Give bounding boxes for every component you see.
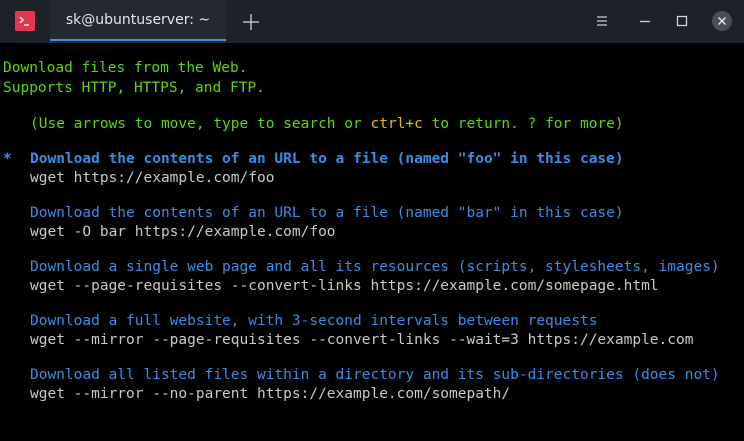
maximize-icon[interactable] [673, 12, 691, 30]
help-key: ctrl+c [370, 116, 423, 132]
hamburger-icon[interactable] [593, 12, 611, 30]
minimize-icon[interactable] [636, 12, 654, 30]
example-description[interactable]: Download a single web page and all its r… [30, 258, 720, 276]
terminal-window: sk@ubuntuserver: ~ Download files from t… [0, 0, 744, 441]
plus-icon[interactable] [240, 11, 262, 33]
active-tab-indicator [50, 39, 226, 41]
selection-marker: * [3, 151, 12, 167]
example-command[interactable]: wget --mirror --no-parent https://exampl… [30, 385, 510, 403]
example-description[interactable]: Download the contents of an URL to a fil… [30, 204, 624, 222]
close-icon[interactable] [711, 10, 733, 32]
help-suffix: to return. ? for more) [422, 116, 624, 132]
example-command[interactable]: wget -O bar https://example.com/foo [30, 223, 336, 241]
example-command[interactable]: wget https://example.com/foo [30, 169, 274, 187]
terminal-icon [15, 11, 35, 31]
intro-line-2: Supports HTTP, HTTPS, and FTP. [3, 80, 265, 96]
tab-terminal[interactable]: sk@ubuntuserver: ~ [50, 0, 226, 43]
tab-title: sk@ubuntuserver: ~ [65, 12, 211, 28]
example-description[interactable]: Download all listed files within a direc… [30, 366, 720, 384]
example-description[interactable]: Download a full website, with 3-second i… [30, 312, 597, 330]
terminal-output[interactable]: Download files from the Web. Supports HT… [3, 59, 744, 441]
help-prefix: (Use arrows to move, type to search or [30, 116, 371, 132]
title-bar: sk@ubuntuserver: ~ [0, 0, 744, 43]
example-description[interactable]: Download the contents of an URL to a fil… [30, 150, 624, 168]
example-command[interactable]: wget --mirror --page-requisites --conver… [30, 331, 693, 349]
help-line: (Use arrows to move, type to search or c… [30, 115, 624, 133]
intro-line-1: Download files from the Web. [3, 60, 248, 76]
example-command[interactable]: wget --page-requisites --convert-links h… [30, 277, 659, 295]
